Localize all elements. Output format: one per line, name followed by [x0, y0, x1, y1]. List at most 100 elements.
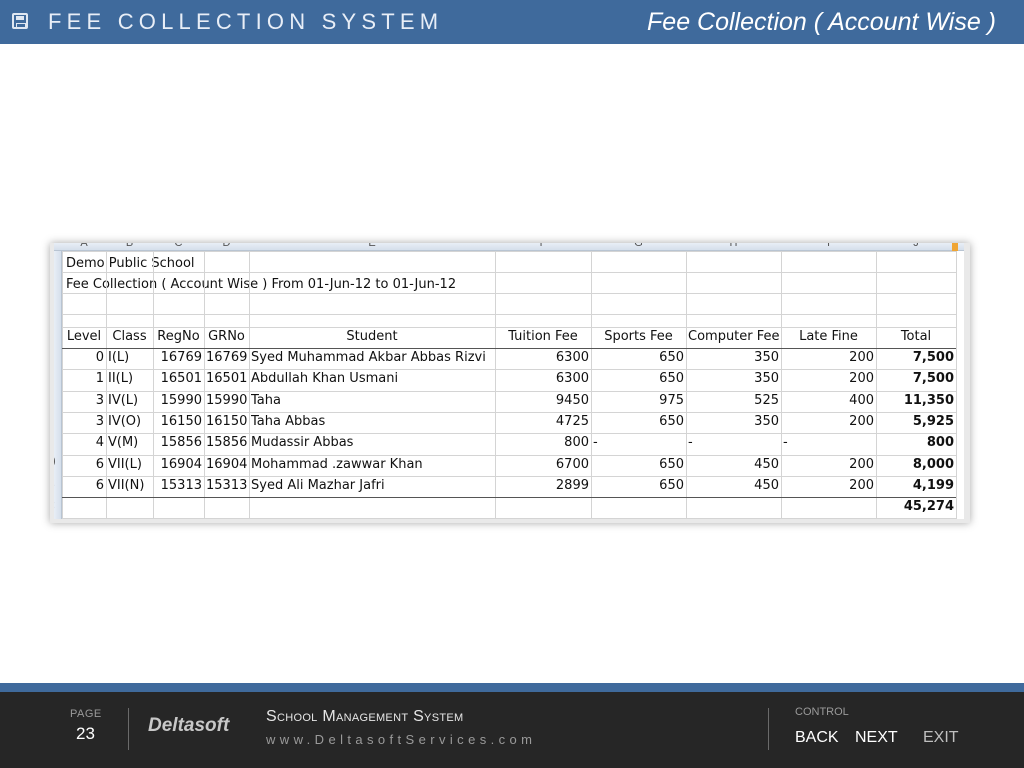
- table-cell: 6: [95, 456, 104, 472]
- table-cell: IV(O): [108, 413, 142, 429]
- table-cell: VII(N): [108, 477, 145, 493]
- table-cell: 15856: [160, 435, 202, 451]
- grid-hline: [62, 518, 956, 519]
- footer: PAGE 23 Deltasoft School Management Syst…: [0, 692, 1024, 768]
- spreadsheet-image: A B C D E F G H I J ) . : Demo Public School Fee …: [54, 243, 964, 519]
- next-button[interactable]: NEXT: [855, 729, 898, 747]
- table-cell: 16769: [206, 350, 247, 365]
- column-letter: F: [539, 243, 547, 249]
- table-cell: 400: [849, 392, 874, 408]
- table-cell: 16769: [160, 350, 202, 365]
- grid-vline: [876, 251, 877, 519]
- grid-vline: [686, 251, 687, 519]
- grand-total-cell: 45,274: [903, 499, 954, 515]
- grid-vline: [153, 251, 154, 519]
- save-icon: [12, 13, 28, 29]
- table-cell: Mudassir Abbas: [251, 435, 354, 451]
- page-label: PAGE: [70, 708, 102, 720]
- app-title: FEE COLLECTION SYSTEM: [48, 9, 444, 34]
- table-cell: 650: [659, 413, 684, 429]
- table-cell: 15990: [160, 392, 202, 408]
- table-cell: I(L): [108, 350, 130, 365]
- control-label: CONTROL: [795, 706, 849, 718]
- grid-vline: [956, 251, 957, 519]
- row-number-marker: :: [54, 499, 55, 511]
- brand-logo: Deltasoft: [148, 715, 230, 736]
- sheet-scroll-edge: [952, 243, 958, 251]
- table-cell: Taha Abbas: [251, 413, 326, 429]
- column-header: Class: [112, 328, 147, 344]
- column-letter: H: [729, 243, 738, 249]
- total-cell: 4,199: [912, 477, 954, 493]
- table-cell: 450: [754, 477, 779, 493]
- grid-hline: [62, 497, 956, 499]
- table-cell: 15856: [206, 435, 247, 451]
- column-letter: G: [634, 243, 643, 249]
- column-letter: C: [174, 243, 183, 249]
- row-number-marker: .: [54, 477, 55, 489]
- column-letter: D: [222, 243, 231, 249]
- column-header: Tuition Fee: [508, 328, 578, 344]
- table-cell: 6300: [555, 350, 589, 365]
- footer-divider: [768, 708, 769, 750]
- total-cell: 11,350: [903, 392, 954, 408]
- system-name: School Management System: [266, 708, 464, 725]
- grid-vline: [591, 251, 592, 519]
- table-cell: 200: [849, 477, 874, 493]
- column-header: Late Fine: [799, 328, 858, 344]
- table-cell: 16150: [160, 413, 202, 429]
- total-cell: 800: [926, 435, 954, 451]
- table-cell: -: [593, 435, 598, 451]
- total-cell: 8,000: [912, 456, 954, 472]
- column-header-strip: A B C D E F G H I J: [54, 243, 964, 251]
- table-cell: 800: [564, 435, 589, 451]
- column-letter: I: [826, 243, 831, 249]
- total-cell: 7,500: [912, 350, 954, 365]
- grid-hline: [62, 272, 956, 273]
- table-cell: 6300: [555, 371, 589, 387]
- slide: FEE COLLECTION SYSTEM Fee Collection ( A…: [0, 0, 1024, 768]
- back-button[interactable]: BACK: [795, 729, 839, 747]
- table-cell: Mohammad .zawwar Khan: [251, 456, 423, 472]
- table-cell: 2899: [555, 477, 589, 493]
- table-cell: 4: [95, 435, 104, 451]
- table-cell: Syed Ali Mazhar Jafri: [251, 477, 385, 493]
- column-header: Level: [66, 328, 102, 344]
- table-cell: 650: [659, 350, 684, 365]
- column-letter: B: [125, 243, 134, 249]
- column-letter: J: [913, 243, 919, 249]
- table-cell: 16501: [160, 371, 202, 387]
- table-cell: V(M): [108, 435, 139, 451]
- table-cell: 16501: [206, 371, 247, 387]
- grid-vline: [204, 251, 205, 519]
- table-cell: -: [688, 435, 693, 451]
- column-header: Sports Fee: [604, 328, 673, 344]
- website-url: www.DeltasoftServices.com: [266, 732, 537, 747]
- table-cell: 15313: [206, 477, 247, 493]
- row-number-marker: ): [54, 455, 56, 467]
- grid-vline: [106, 251, 107, 519]
- column-header: Computer Fee: [688, 328, 779, 344]
- table-cell: Abdullah Khan Usmani: [251, 371, 399, 387]
- grid-vline: [781, 251, 782, 519]
- table-cell: 650: [659, 456, 684, 472]
- total-cell: 5,925: [912, 413, 954, 429]
- table-cell: 975: [659, 392, 684, 408]
- exit-button[interactable]: EXIT: [923, 729, 959, 747]
- table-cell: 200: [849, 350, 874, 365]
- column-header: Student: [346, 328, 398, 344]
- header-bar: FEE COLLECTION SYSTEM Fee Collection ( A…: [0, 0, 1024, 44]
- table-cell: 3: [95, 392, 104, 408]
- table-cell: IV(L): [108, 392, 139, 408]
- table-cell: 16904: [206, 456, 247, 472]
- column-header: Total: [900, 328, 932, 344]
- table-cell: 525: [754, 392, 779, 408]
- table-cell: 15313: [160, 477, 202, 493]
- table-cell: 650: [659, 477, 684, 493]
- report-title-cell: Fee Collection ( Account Wise ) From 01-…: [66, 277, 457, 292]
- table-cell: 1: [95, 371, 104, 387]
- table-cell: 200: [849, 371, 874, 387]
- table-cell: 200: [849, 413, 874, 429]
- column-header: GRNo: [208, 328, 245, 344]
- table-cell: 350: [754, 371, 779, 387]
